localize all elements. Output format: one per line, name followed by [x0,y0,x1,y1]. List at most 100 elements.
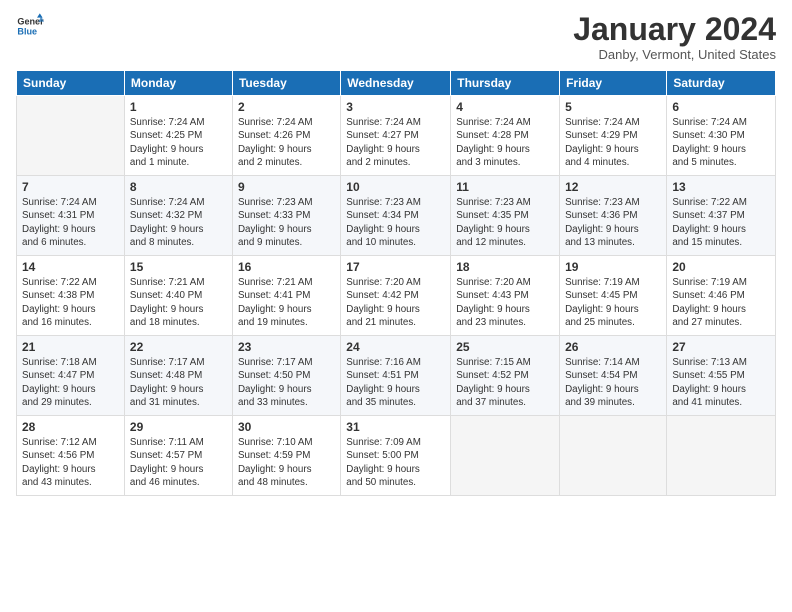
day-details: Sunrise: 7:24 AM Sunset: 4:26 PM Dayligh… [238,116,335,169]
calendar-cell: 29 Sunrise: 7:11 AM Sunset: 4:57 PM Dayli… [124,416,232,496]
calendar-cell: 22 Sunrise: 7:17 AM Sunset: 4:48 PM Dayli… [124,336,232,416]
day-details: Sunrise: 7:23 AM Sunset: 4:33 PM Dayligh… [238,196,335,249]
day-number: 25 [456,340,554,354]
day-number: 6 [672,100,770,114]
day-number: 22 [130,340,227,354]
weekday-sunday: Sunday [17,71,125,96]
calendar-cell: 25Sunrise: 7:15 AM Sunset: 4:52 PM Dayli… [451,336,560,416]
calendar-cell: 23 Sunrise: 7:17 AM Sunset: 4:50 PM Dayli… [232,336,340,416]
day-number: 23 [238,340,335,354]
day-details: Sunrise: 7:17 AM Sunset: 4:48 PM Dayligh… [130,356,227,409]
day-details: Sunrise: 7:23 AM Sunset: 4:35 PM Dayligh… [456,196,554,249]
calendar-cell [17,96,125,176]
day-details: Sunrise: 7:19 AM Sunset: 4:45 PM Dayligh… [565,276,661,329]
day-details: Sunrise: 7:23 AM Sunset: 4:34 PM Dayligh… [346,196,445,249]
day-number: 5 [565,100,661,114]
day-number: 27 [672,340,770,354]
day-details: Sunrise: 7:13 AM Sunset: 4:55 PM Dayligh… [672,356,770,409]
calendar-cell: 2 Sunrise: 7:24 AM Sunset: 4:26 PM Daylig… [232,96,340,176]
calendar-cell: 4 Sunrise: 7:24 AM Sunset: 4:28 PM Daylig… [451,96,560,176]
weekday-monday: Monday [124,71,232,96]
day-details: Sunrise: 7:20 AM Sunset: 4:42 PM Dayligh… [346,276,445,329]
day-details: Sunrise: 7:09 AM Sunset: 5:00 PM Dayligh… [346,436,445,489]
calendar-row-0: 1 Sunrise: 7:24 AM Sunset: 4:25 PM Daylig… [17,96,776,176]
svg-text:Blue: Blue [17,26,37,36]
day-number: 26 [565,340,661,354]
calendar-cell: 24Sunrise: 7:16 AM Sunset: 4:51 PM Dayli… [341,336,451,416]
header: General Blue January 2024 Danby, Vermont… [16,12,776,62]
day-number: 17 [346,260,445,274]
day-number: 16 [238,260,335,274]
day-details: Sunrise: 7:24 AM Sunset: 4:32 PM Dayligh… [130,196,227,249]
day-details: Sunrise: 7:24 AM Sunset: 4:30 PM Dayligh… [672,116,770,169]
calendar-body: 1 Sunrise: 7:24 AM Sunset: 4:25 PM Daylig… [17,96,776,496]
location: Danby, Vermont, United States [573,47,776,62]
calendar-cell: 26 Sunrise: 7:14 AM Sunset: 4:54 PM Dayli… [560,336,667,416]
day-details: Sunrise: 7:21 AM Sunset: 4:40 PM Dayligh… [130,276,227,329]
calendar-cell: 8 Sunrise: 7:24 AM Sunset: 4:32 PM Daylig… [124,176,232,256]
day-number: 20 [672,260,770,274]
day-number: 18 [456,260,554,274]
day-number: 19 [565,260,661,274]
calendar-cell: 31 Sunrise: 7:09 AM Sunset: 5:00 PM Dayli… [341,416,451,496]
day-number: 29 [130,420,227,434]
month-title: January 2024 [573,12,776,47]
calendar-cell: 12Sunrise: 7:23 AM Sunset: 4:36 PM Dayli… [560,176,667,256]
calendar-cell: 11 Sunrise: 7:23 AM Sunset: 4:35 PM Dayli… [451,176,560,256]
calendar-cell: 6 Sunrise: 7:24 AM Sunset: 4:30 PM Daylig… [667,96,776,176]
calendar-cell: 30 Sunrise: 7:10 AM Sunset: 4:59 PM Dayli… [232,416,340,496]
day-number: 15 [130,260,227,274]
day-details: Sunrise: 7:23 AM Sunset: 4:36 PM Dayligh… [565,196,661,249]
day-number: 24 [346,340,445,354]
day-number: 28 [22,420,119,434]
calendar-cell: 28Sunrise: 7:12 AM Sunset: 4:56 PM Dayli… [17,416,125,496]
day-details: Sunrise: 7:24 AM Sunset: 4:28 PM Dayligh… [456,116,554,169]
calendar-cell [667,416,776,496]
day-number: 31 [346,420,445,434]
day-number: 8 [130,180,227,194]
day-number: 30 [238,420,335,434]
day-number: 1 [130,100,227,114]
day-number: 14 [22,260,119,274]
day-details: Sunrise: 7:20 AM Sunset: 4:43 PM Dayligh… [456,276,554,329]
calendar-cell: 5 Sunrise: 7:24 AM Sunset: 4:29 PM Daylig… [560,96,667,176]
weekday-thursday: Thursday [451,71,560,96]
day-number: 11 [456,180,554,194]
logo: General Blue [16,12,44,40]
calendar-row-2: 14Sunrise: 7:22 AM Sunset: 4:38 PM Dayli… [17,256,776,336]
calendar-cell: 15 Sunrise: 7:21 AM Sunset: 4:40 PM Dayli… [124,256,232,336]
calendar-table: SundayMondayTuesdayWednesdayThursdayFrid… [16,70,776,496]
calendar-row-4: 28Sunrise: 7:12 AM Sunset: 4:56 PM Dayli… [17,416,776,496]
day-number: 21 [22,340,119,354]
day-details: Sunrise: 7:10 AM Sunset: 4:59 PM Dayligh… [238,436,335,489]
day-number: 2 [238,100,335,114]
calendar-cell [451,416,560,496]
calendar-cell: 13Sunrise: 7:22 AM Sunset: 4:37 PM Dayli… [667,176,776,256]
calendar-cell: 1 Sunrise: 7:24 AM Sunset: 4:25 PM Daylig… [124,96,232,176]
day-details: Sunrise: 7:14 AM Sunset: 4:54 PM Dayligh… [565,356,661,409]
calendar-cell: 7Sunrise: 7:24 AM Sunset: 4:31 PM Daylig… [17,176,125,256]
day-number: 4 [456,100,554,114]
day-number: 13 [672,180,770,194]
calendar-cell: 27 Sunrise: 7:13 AM Sunset: 4:55 PM Dayli… [667,336,776,416]
calendar-row-3: 21Sunrise: 7:18 AM Sunset: 4:47 PM Dayli… [17,336,776,416]
calendar-cell: 21Sunrise: 7:18 AM Sunset: 4:47 PM Dayli… [17,336,125,416]
day-details: Sunrise: 7:17 AM Sunset: 4:50 PM Dayligh… [238,356,335,409]
calendar-cell: 17 Sunrise: 7:20 AM Sunset: 4:42 PM Dayli… [341,256,451,336]
day-details: Sunrise: 7:19 AM Sunset: 4:46 PM Dayligh… [672,276,770,329]
day-number: 3 [346,100,445,114]
calendar-cell: 19 Sunrise: 7:19 AM Sunset: 4:45 PM Dayli… [560,256,667,336]
day-details: Sunrise: 7:11 AM Sunset: 4:57 PM Dayligh… [130,436,227,489]
day-details: Sunrise: 7:21 AM Sunset: 4:41 PM Dayligh… [238,276,335,329]
weekday-header: SundayMondayTuesdayWednesdayThursdayFrid… [17,71,776,96]
day-number: 10 [346,180,445,194]
calendar-cell: 3 Sunrise: 7:24 AM Sunset: 4:27 PM Daylig… [341,96,451,176]
day-details: Sunrise: 7:24 AM Sunset: 4:29 PM Dayligh… [565,116,661,169]
day-number: 7 [22,180,119,194]
calendar-row-1: 7Sunrise: 7:24 AM Sunset: 4:31 PM Daylig… [17,176,776,256]
day-details: Sunrise: 7:24 AM Sunset: 4:27 PM Dayligh… [346,116,445,169]
day-details: Sunrise: 7:24 AM Sunset: 4:25 PM Dayligh… [130,116,227,169]
calendar-cell: 14Sunrise: 7:22 AM Sunset: 4:38 PM Dayli… [17,256,125,336]
weekday-tuesday: Tuesday [232,71,340,96]
weekday-friday: Friday [560,71,667,96]
